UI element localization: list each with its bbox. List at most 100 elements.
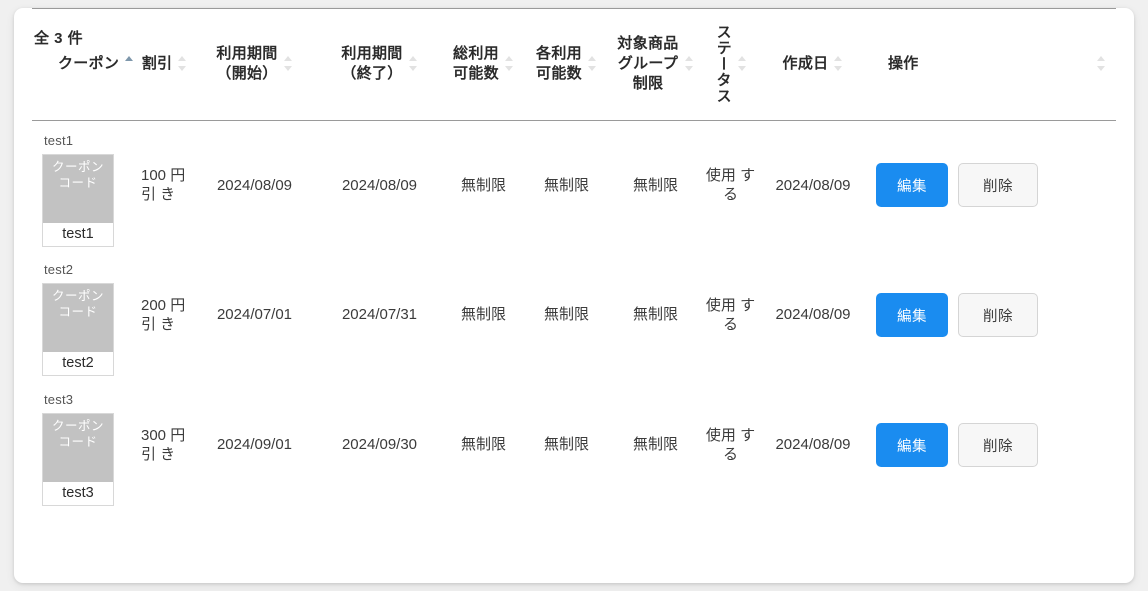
cell-period-start: 2024/09/01 (192, 380, 317, 510)
cell-created-at-value: 2024/08/09 (775, 306, 851, 324)
column-header-label-discount: 割引 (141, 54, 173, 72)
cell-created-at-value: 2024/08/09 (775, 176, 851, 194)
coupon-code-box[interactable]: クーポンコード test2 (42, 283, 114, 376)
cell-total-uses-value: 無制限 (460, 436, 506, 454)
cell-actions: 編集 削除 (868, 380, 1116, 510)
column-header-label-actions: 操作 (888, 54, 919, 72)
action-buttons: 編集 削除 (868, 163, 1116, 208)
cell-created-at: 2024/08/09 (758, 120, 868, 250)
table-body: test1 クーポンコード test1 100 円引 き 2024/08/09 2024/… (32, 120, 1116, 510)
cell-coupon: test3 クーポンコード test3 (32, 380, 137, 510)
edit-button[interactable]: 編集 (876, 163, 948, 208)
discount-value: 200 円引 き (141, 296, 186, 334)
column-header-created_at[interactable]: 作成日 (758, 8, 868, 121)
coupon-name: test2 (44, 262, 74, 277)
cell-status: 使用 する (703, 250, 758, 380)
delete-button[interactable]: 削除 (958, 293, 1038, 337)
coupon-name: test1 (44, 132, 74, 148)
column-header-coupon[interactable]: クーポン (32, 8, 137, 121)
cell-period-start: 2024/07/01 (192, 250, 317, 380)
cell-status-value: 使用 する (705, 296, 756, 334)
sort-toggle-icon-per_uses[interactable] (587, 55, 597, 73)
coupon-code-value: test3 (43, 482, 113, 505)
cell-total-uses: 無制限 (442, 120, 525, 250)
discount-value: 100 円引 き (141, 166, 186, 204)
cell-created-at: 2024/08/09 (758, 380, 868, 510)
column-header-status[interactable]: ステータス (703, 8, 758, 121)
column-header-label-status: ステータス (714, 23, 732, 104)
coupon-code-label: クーポンコード (43, 154, 113, 223)
column-header-per_uses[interactable]: 各利用 可能数 (525, 8, 608, 121)
discount-value: 300 円引 き (141, 426, 186, 464)
column-header-total_uses[interactable]: 総利用 可能数 (442, 8, 525, 121)
cell-discount: 200 円引 き (137, 250, 192, 380)
coupon-code-box[interactable]: クーポンコード test1 (42, 153, 114, 247)
cell-period-end-value: 2024/08/09 (341, 176, 418, 194)
cell-period-start-value: 2024/08/09 (216, 176, 293, 194)
cell-period-start-value: 2024/07/01 (216, 306, 293, 324)
sort-ascending-icon-coupon[interactable] (125, 55, 134, 73)
cell-status-value: 使用 する (705, 426, 756, 464)
cell-period-end-value: 2024/07/31 (341, 306, 418, 324)
coupon-code-value: test1 (43, 222, 113, 246)
sort-toggle-icon-status[interactable] (737, 55, 747, 73)
cell-coupon: test1 クーポンコード test1 (32, 120, 137, 250)
cell-per-uses: 無制限 (525, 120, 608, 250)
table-row: test3 クーポンコード test3 300 円引 き 2024/09/01 2024/… (32, 380, 1116, 510)
header-row: クーポン 割引 利用期間 （開始） 利用期間 （終了） 総利用 可能数 各利用 可能数 対象… (32, 8, 1116, 121)
coupon-cell-inner: test2 クーポンコード test2 (42, 250, 137, 376)
column-header-period_start[interactable]: 利用期間 （開始） (192, 8, 317, 121)
edit-button[interactable]: 編集 (876, 293, 948, 337)
cell-per-uses-value: 無制限 (543, 436, 589, 454)
sort-toggle-icon-created_at[interactable] (834, 55, 843, 73)
column-header-label-created_at: 作成日 (782, 54, 829, 72)
coupon-name: test3 (44, 392, 74, 407)
cell-group-limit-value: 無制限 (632, 176, 678, 194)
column-header-label-period_start: 利用期間 （開始） (216, 44, 278, 82)
coupon-code-label: クーポンコード (43, 284, 113, 352)
cell-period-start-value: 2024/09/01 (216, 436, 293, 454)
sort-toggle-icon-total_uses[interactable] (504, 55, 514, 73)
table-row: test2 クーポンコード test2 200 円引 き 2024/07/01 2024/… (32, 250, 1116, 380)
cell-group-limit: 無制限 (608, 380, 703, 510)
cell-period-start: 2024/08/09 (192, 120, 317, 250)
coupon-code-box[interactable]: クーポンコード test3 (42, 413, 114, 506)
column-header-period_end[interactable]: 利用期間 （終了） (317, 8, 442, 121)
cell-status-value: 使用 する (705, 166, 756, 204)
cell-actions: 編集 削除 (868, 120, 1116, 250)
column-header-label-group_limit: 対象商品 グループ 制限 (617, 35, 679, 92)
table-head: クーポン 割引 利用期間 （開始） 利用期間 （終了） 総利用 可能数 各利用 可能数 対象… (32, 8, 1116, 121)
coupon-cell-inner: test1 クーポンコード test1 (42, 121, 137, 247)
column-header-actions[interactable]: 操作 (868, 8, 1116, 121)
cell-per-uses: 無制限 (525, 380, 608, 510)
sort-toggle-icon-discount[interactable] (178, 55, 187, 73)
delete-button[interactable]: 削除 (958, 163, 1038, 208)
cell-discount: 100 円引 き (137, 120, 192, 250)
cell-actions: 編集 削除 (868, 250, 1116, 380)
action-buttons: 編集 削除 (868, 293, 1116, 337)
cell-coupon: test2 クーポンコード test2 (32, 250, 137, 380)
column-header-group_limit[interactable]: 対象商品 グループ 制限 (608, 8, 703, 121)
edit-button[interactable]: 編集 (876, 423, 948, 467)
sort-toggle-icon-actions[interactable] (1097, 55, 1106, 73)
coupon-table: クーポン 割引 利用期間 （開始） 利用期間 （終了） 総利用 可能数 各利用 可能数 対象… (32, 8, 1116, 510)
cell-created-at: 2024/08/09 (758, 250, 868, 380)
cell-group-limit-value: 無制限 (632, 306, 678, 324)
cell-created-at-value: 2024/08/09 (775, 436, 851, 454)
coupon-list-card: クーポン 割引 利用期間 （開始） 利用期間 （終了） 総利用 可能数 各利用 可能数 対象… (14, 8, 1134, 583)
cell-period-end: 2024/08/09 (317, 120, 442, 250)
column-header-discount[interactable]: 割引 (137, 8, 192, 121)
table-row: test1 クーポンコード test1 100 円引 き 2024/08/09 2024/… (32, 120, 1116, 250)
delete-button[interactable]: 削除 (958, 423, 1038, 467)
column-header-label-period_end: 利用期間 （終了） (341, 44, 403, 82)
sort-toggle-icon-group_limit[interactable] (684, 55, 694, 73)
cell-period-end: 2024/09/30 (317, 380, 442, 510)
coupon-code-value: test2 (43, 352, 113, 375)
column-header-label-per_uses: 各利用 可能数 (536, 44, 582, 82)
cell-per-uses-value: 無制限 (543, 176, 589, 194)
sort-toggle-icon-period_start[interactable] (283, 55, 293, 73)
cell-period-end-value: 2024/09/30 (341, 436, 418, 454)
column-header-label-total_uses: 総利用 可能数 (453, 44, 499, 82)
sort-toggle-icon-period_end[interactable] (408, 55, 418, 73)
cell-group-limit-value: 無制限 (632, 436, 678, 454)
